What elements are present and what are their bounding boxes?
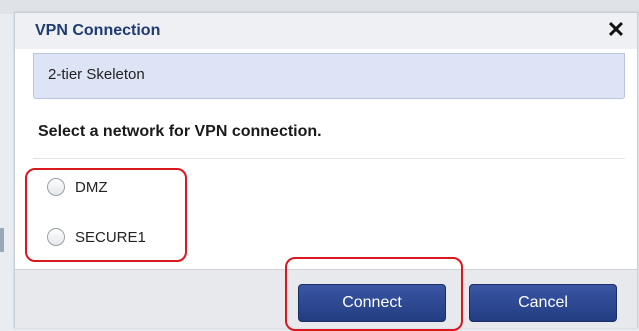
network-option-label: DMZ xyxy=(75,178,108,196)
cancel-button[interactable]: Cancel xyxy=(469,284,617,322)
close-icon[interactable]: ✕ xyxy=(605,18,627,42)
radio-button-secure1[interactable] xyxy=(47,228,65,246)
dialog-title: VPN Connection xyxy=(35,22,161,39)
background-fragment xyxy=(0,228,4,252)
network-option-dmz[interactable]: DMZ xyxy=(47,175,108,199)
radio-button-dmz[interactable] xyxy=(47,178,65,196)
dialog-titlebar: VPN Connection ✕ xyxy=(15,13,637,49)
connect-button[interactable]: Connect xyxy=(298,284,446,322)
dialog-footer: Connect Cancel xyxy=(15,269,637,328)
network-prompt: Select a network for VPN connection. xyxy=(38,123,322,140)
divider xyxy=(33,158,625,159)
project-name: 2-tier Skeleton xyxy=(48,66,145,83)
network-option-label: SECURE1 xyxy=(75,228,146,246)
network-option-secure1[interactable]: SECURE1 xyxy=(47,225,146,249)
vpn-connection-dialog: VPN Connection ✕ 2-tier Skeleton Select … xyxy=(14,12,638,331)
project-name-header: 2-tier Skeleton xyxy=(33,53,625,99)
